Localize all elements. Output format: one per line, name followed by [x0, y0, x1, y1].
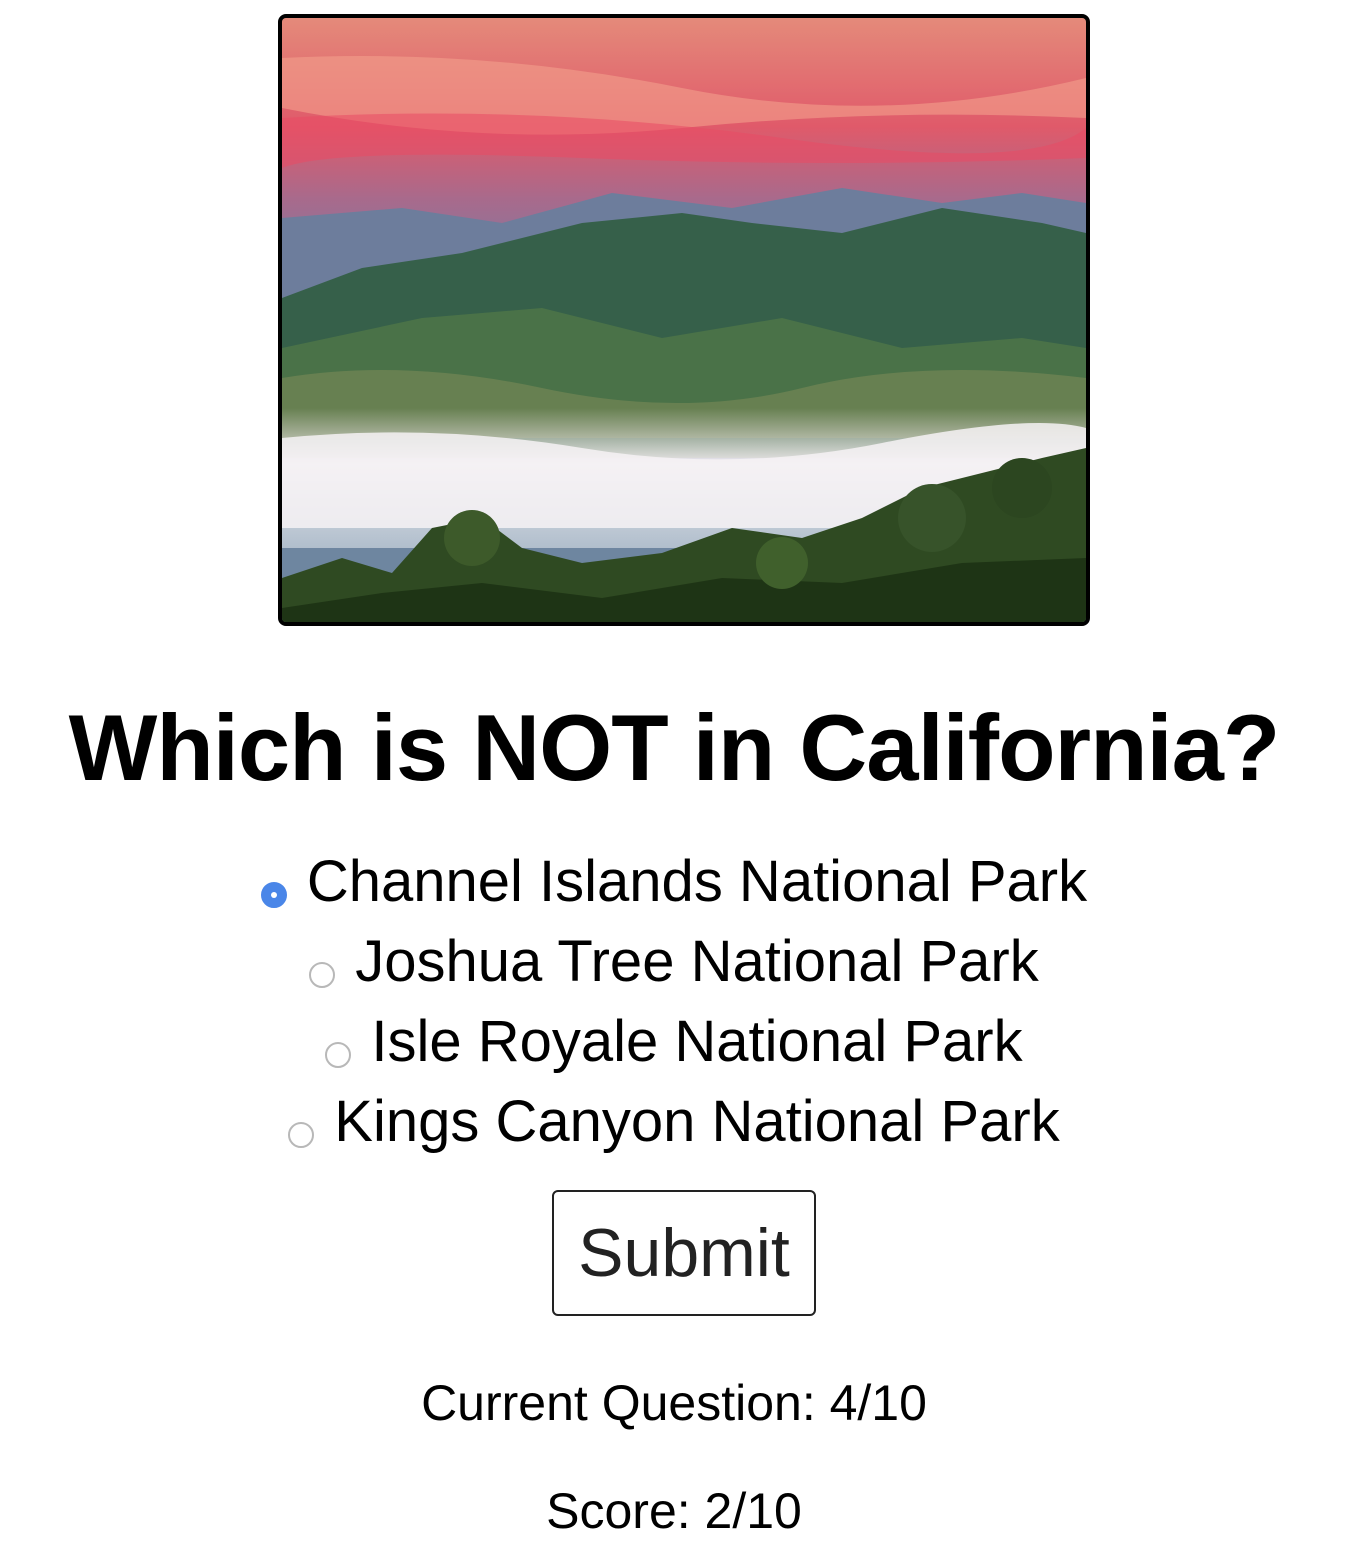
submit-button[interactable]: Submit [552, 1190, 816, 1316]
answer-option-label: Joshua Tree National Park [355, 929, 1039, 994]
answer-options: Channel Islands National Park Joshua Tre… [0, 838, 1348, 1158]
mountain-landscape-image [282, 18, 1086, 622]
question-image [278, 14, 1090, 626]
radio-button[interactable] [309, 962, 336, 988]
score-status: Score: 2/10 [546, 1483, 802, 1539]
radio-button-selected[interactable] [260, 882, 287, 908]
answer-option-joshua-tree[interactable]: Joshua Tree National Park [0, 918, 1348, 998]
question-title: Which is NOT in California? [68, 695, 1281, 800]
current-question-status: Current Question: 4/10 [421, 1375, 927, 1431]
answer-option-label: Isle Royale National Park [371, 1009, 1023, 1074]
radio-button[interactable] [325, 1042, 352, 1068]
radio-button[interactable] [288, 1122, 315, 1148]
answer-option-kings-canyon[interactable]: Kings Canyon National Park [0, 1078, 1348, 1158]
answer-option-label: Kings Canyon National Park [334, 1089, 1060, 1154]
answer-option-label: Channel Islands National Park [306, 849, 1088, 914]
answer-option-channel-islands[interactable]: Channel Islands National Park [0, 838, 1348, 918]
answer-option-isle-royale[interactable]: Isle Royale National Park [0, 998, 1348, 1078]
